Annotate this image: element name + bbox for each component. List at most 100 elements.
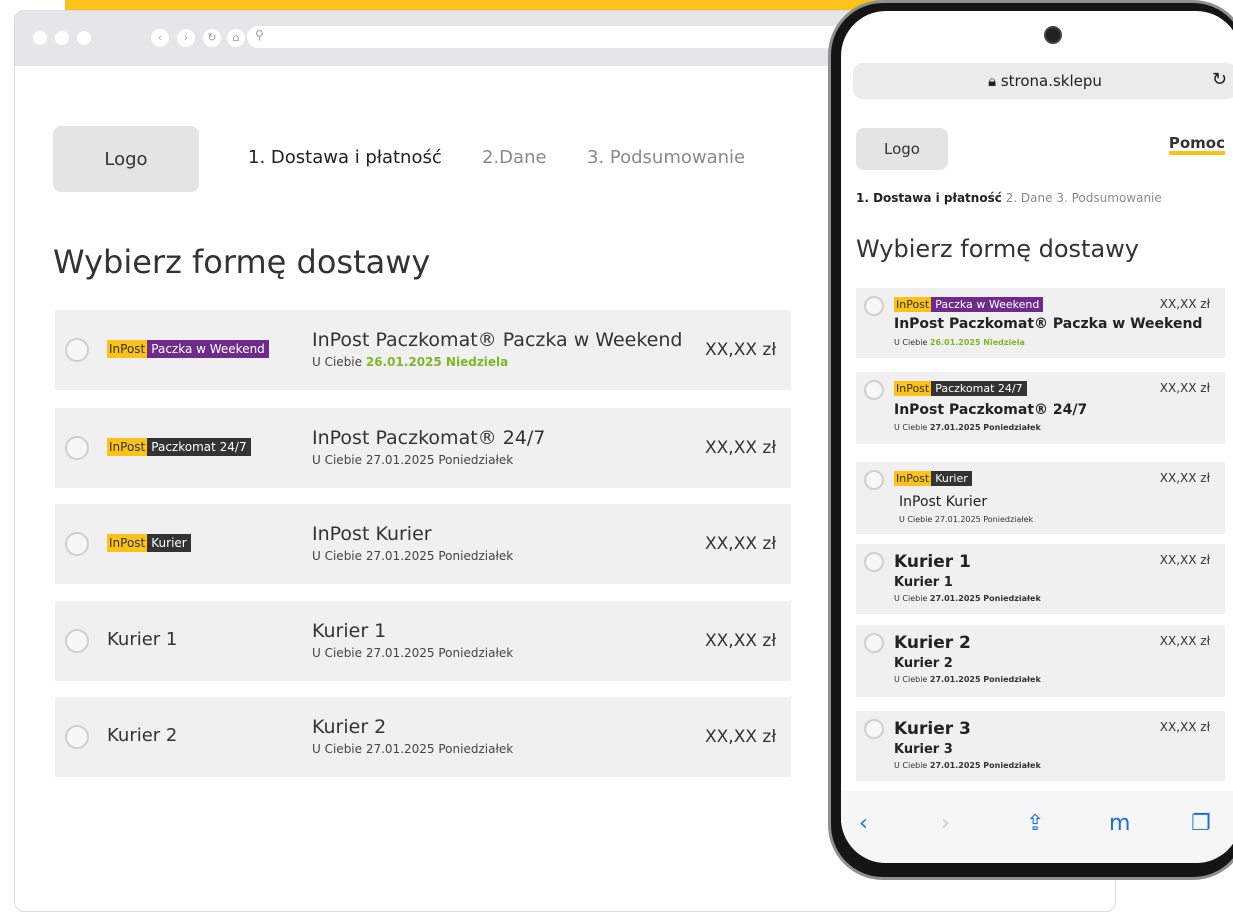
step-data[interactable]: 2.Dane — [482, 147, 547, 168]
delivery-option-kurier-1[interactable]: Kurier 1 Kurier 1 U Ciebie 27.01.2025 Po… — [55, 601, 791, 681]
option-name: Kurier 1 — [312, 620, 387, 642]
checkout-steps: 1. Dostawa i płatność 2. Dane 3. Podsumo… — [856, 191, 1162, 205]
badge-service: Paczka w Weekend — [931, 297, 1044, 312]
option-name: InPost Kurier — [312, 523, 432, 545]
option-price: XX,XX zł — [705, 438, 777, 458]
delivery-option-kurier-2[interactable]: Kurier 2 XX,XX zł Kurier 2 U Ciebie 27.0… — [856, 625, 1225, 697]
step-summary[interactable]: 3. Podsumowanie — [1056, 191, 1161, 205]
badge-brand: InPost — [894, 297, 932, 312]
option-delivery-date: U Ciebie 27.01.2025 Poniedziałek — [312, 549, 514, 563]
carrier-label: Kurier 1 — [894, 552, 971, 572]
option-price: XX,XX zł — [705, 631, 777, 651]
inpost-paczkomat-badge: InPost Paczkomat 24/7 — [107, 438, 251, 456]
step-data[interactable]: 2. Dane — [1006, 191, 1053, 205]
back-icon[interactable]: ‹ — [859, 811, 868, 836]
option-name: InPost Paczkomat® 24/7 — [312, 427, 546, 449]
radio-button[interactable] — [864, 380, 884, 400]
back-icon[interactable]: ‹ — [151, 29, 169, 47]
delivery-option-inpost-kurier[interactable]: InPost Kurier InPost Kurier U Ciebie 27.… — [55, 504, 791, 584]
badge-brand: InPost — [894, 471, 932, 486]
logo[interactable]: Logo — [856, 128, 948, 170]
step-delivery-payment[interactable]: 1. Dostawa i płatność — [856, 191, 1002, 205]
option-delivery-date: U Ciebie 27.01.2025 Poniedziałek — [312, 453, 514, 467]
option-name: Kurier 3 — [894, 742, 953, 757]
badge-brand: InPost — [107, 534, 148, 552]
option-name: InPost Kurier — [899, 494, 988, 510]
badge-service: Paczka w Weekend — [147, 340, 269, 358]
reload-icon[interactable]: ↻ — [203, 29, 221, 47]
mobile-address-bar[interactable]: 🔒︎ strona.sklepu ↻ — [853, 63, 1233, 99]
radio-button[interactable] — [864, 470, 884, 490]
radio-button[interactable] — [864, 552, 884, 572]
inpost-weekend-badge: InPost Paczka w Weekend — [894, 297, 1044, 312]
option-delivery-date: U Ciebie 27.01.2025 Poniedziałek — [899, 515, 1034, 524]
page-title: Wybierz formę dostawy — [53, 243, 431, 281]
delivery-option-inpost-weekend[interactable]: InPost Paczka w Weekend InPost Paczkomat… — [55, 310, 791, 390]
page-title: Wybierz formę dostawy — [856, 235, 1139, 263]
forward-icon[interactable]: › — [177, 29, 195, 47]
reload-icon[interactable]: ↻ — [1212, 69, 1227, 90]
window-minimize-dot[interactable] — [55, 31, 69, 45]
option-delivery-date: U Ciebie 27.01.2025 Poniedziałek — [894, 675, 1041, 684]
option-price: XX,XX zł — [705, 727, 777, 747]
delivery-option-kurier-1[interactable]: Kurier 1 XX,XX zł Kurier 1 U Ciebie 27.0… — [856, 544, 1225, 614]
radio-button[interactable] — [65, 338, 89, 362]
radio-button[interactable] — [65, 725, 89, 749]
share-icon[interactable]: ⇪ — [1026, 811, 1044, 836]
option-price: XX,XX zł — [1159, 471, 1210, 485]
delivery-option-kurier-2[interactable]: Kurier 2 Kurier 2 U Ciebie 27.01.2025 Po… — [55, 697, 791, 777]
delivery-option-kurier-3[interactable]: Kurier 3 XX,XX zł Kurier 3 U Ciebie 27.0… — [856, 711, 1225, 781]
inpost-paczkomat-badge: InPost Paczkomat 24/7 — [894, 381, 1027, 396]
option-delivery-date: U Ciebie 27.01.2025 Poniedziałek — [894, 594, 1041, 603]
option-price: XX,XX zł — [1159, 634, 1210, 648]
badge-brand: InPost — [107, 340, 148, 358]
delivery-option-inpost-kurier[interactable]: InPost Kurier XX,XX zł InPost Kurier U C… — [856, 462, 1225, 534]
radio-button[interactable] — [864, 296, 884, 316]
mobile-phone-frame: 🔒︎ strona.sklepu ↻ Logo Pomoc 1. Dostawa… — [828, 0, 1233, 880]
option-name: InPost Paczkomat® Paczka w Weekend — [312, 329, 683, 351]
mobile-browser-toolbar: ‹ › ⇪ m ❐ — [841, 791, 1233, 863]
window-close-dot[interactable] — [33, 31, 47, 45]
window-maximize-dot[interactable] — [77, 31, 91, 45]
step-delivery-payment[interactable]: 1. Dostawa i płatność — [248, 147, 442, 168]
radio-button[interactable] — [864, 719, 884, 739]
option-price: XX,XX zł — [1159, 297, 1210, 311]
radio-button[interactable] — [65, 436, 89, 460]
bookmarks-icon[interactable]: m — [1109, 811, 1130, 836]
option-price: XX,XX zł — [1159, 553, 1210, 567]
radio-button[interactable] — [65, 532, 89, 556]
badge-brand: InPost — [107, 438, 148, 456]
option-delivery-date: U Ciebie 27.01.2025 Poniedziałek — [894, 423, 1041, 432]
carrier-label: Kurier 3 — [894, 719, 971, 739]
radio-button[interactable] — [65, 629, 89, 653]
badge-brand: InPost — [894, 381, 932, 396]
option-name: InPost Paczkomat® Paczka w Weekend — [894, 316, 1203, 332]
option-price: XX,XX zł — [1159, 381, 1210, 395]
inpost-weekend-badge: InPost Paczka w Weekend — [107, 340, 269, 358]
option-delivery-date: U Ciebie 27.01.2025 Poniedziałek — [312, 646, 514, 660]
logo[interactable]: Logo — [53, 126, 199, 192]
radio-button[interactable] — [864, 633, 884, 653]
badge-service: Kurier — [931, 471, 972, 486]
badge-service: Paczkomat 24/7 — [931, 381, 1027, 396]
option-delivery-date: U Ciebie 26.01.2025 Niedziela — [312, 355, 509, 369]
option-name: Kurier 2 — [312, 716, 387, 738]
mobile-url: 🔒︎ strona.sklepu — [988, 72, 1102, 90]
delivery-option-inpost-paczkomat[interactable]: InPost Paczkomat 24/7 InPost Paczkomat® … — [55, 408, 791, 488]
option-price: XX,XX zł — [705, 340, 777, 360]
step-summary[interactable]: 3. Podsumowanie — [587, 147, 745, 168]
tabs-icon[interactable]: ❐ — [1191, 811, 1211, 836]
forward-icon[interactable]: › — [941, 811, 950, 836]
delivery-option-inpost-paczkomat[interactable]: InPost Paczkomat 24/7 XX,XX zł InPost Pa… — [856, 372, 1225, 444]
home-icon[interactable]: ⌂ — [227, 29, 245, 47]
badge-service: Paczkomat 24/7 — [147, 438, 251, 456]
option-delivery-date: U Ciebie 27.01.2025 Poniedziałek — [894, 761, 1041, 770]
help-link[interactable]: Pomoc — [1168, 135, 1225, 155]
mobile-screen: 🔒︎ strona.sklepu ↻ Logo Pomoc 1. Dostawa… — [841, 11, 1233, 863]
option-name: Kurier 1 — [894, 575, 953, 590]
delivery-option-inpost-weekend[interactable]: InPost Paczka w Weekend XX,XX zł InPost … — [856, 288, 1225, 358]
badge-service: Kurier — [147, 534, 191, 552]
option-name: InPost Paczkomat® 24/7 — [894, 402, 1088, 418]
option-price: XX,XX zł — [1159, 720, 1210, 734]
carrier-label: Kurier 2 — [107, 725, 178, 746]
